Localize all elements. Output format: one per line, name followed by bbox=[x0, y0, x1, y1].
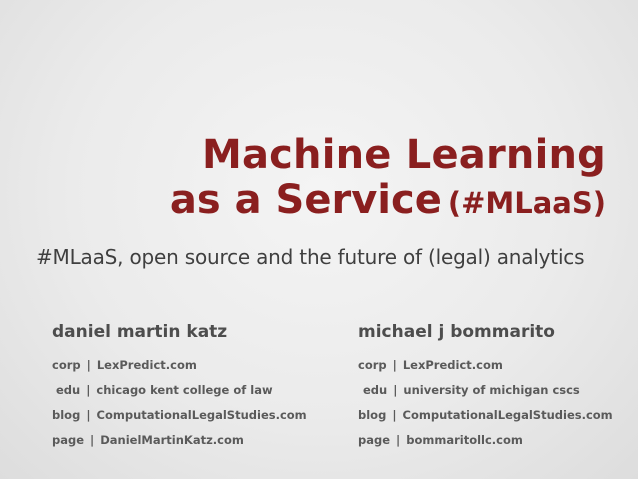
info-row-corp: corp | LexPredict.com bbox=[52, 356, 307, 381]
info-key: corp bbox=[358, 358, 387, 372]
separator: | bbox=[396, 433, 401, 447]
title-line-2-text: as a Service bbox=[169, 177, 442, 223]
info-value: bommaritollc.com bbox=[406, 433, 523, 447]
title-line-2: as a Service (#MLaaS) bbox=[170, 178, 606, 225]
author-block-bommarito: michael j bommarito corp | LexPredict.com … bbox=[358, 322, 613, 456]
title-line-1: Machine Learning bbox=[201, 132, 606, 178]
info-key: edu bbox=[363, 383, 388, 397]
info-row-edu: edu | chicago kent college of law bbox=[52, 381, 307, 406]
info-value: LexPredict.com bbox=[96, 358, 197, 372]
separator: | bbox=[86, 383, 91, 397]
info-row-page: page | bommaritollc.com bbox=[358, 431, 613, 456]
info-row-page: page | DanielMartinKatz.com bbox=[52, 431, 307, 456]
info-row-edu: edu | university of michigan cscs bbox=[358, 381, 613, 406]
info-row-blog: blog | ComputationalLegalStudies.com bbox=[358, 406, 613, 431]
info-value: DanielMartinKatz.com bbox=[100, 433, 244, 447]
separator: | bbox=[90, 433, 95, 447]
separator: | bbox=[393, 383, 398, 397]
separator: | bbox=[392, 408, 397, 422]
info-key: page bbox=[358, 433, 391, 447]
info-value: chicago kent college of law bbox=[96, 383, 273, 397]
info-key: blog bbox=[52, 408, 81, 422]
info-key: corp bbox=[52, 358, 81, 372]
info-row-blog: blog | ComputationalLegalStudies.com bbox=[52, 406, 307, 431]
info-key: page bbox=[52, 433, 85, 447]
slide: Machine Learning as a Service (#MLaaS) #M… bbox=[0, 0, 638, 479]
author-name: daniel martin katz bbox=[52, 322, 228, 342]
separator: | bbox=[86, 408, 91, 422]
info-value: ComputationalLegalStudies.com bbox=[402, 408, 613, 422]
info-value: ComputationalLegalStudies.com bbox=[96, 408, 307, 422]
slide-subtitle: #MLaaS, open source and the future of (l… bbox=[36, 245, 585, 269]
author-block-katz: daniel martin katz corp | LexPredict.com e… bbox=[52, 322, 307, 456]
title-tag: (#MLaaS) bbox=[447, 186, 606, 220]
info-value: LexPredict.com bbox=[402, 358, 503, 372]
separator: | bbox=[86, 358, 91, 372]
separator: | bbox=[392, 358, 397, 372]
slide-title: Machine Learning as a Service (#MLaaS) bbox=[170, 132, 606, 225]
info-value: university of michigan cscs bbox=[403, 383, 580, 397]
info-row-corp: corp | LexPredict.com bbox=[358, 356, 613, 381]
author-name: michael j bommarito bbox=[358, 322, 555, 342]
info-key: blog bbox=[358, 408, 387, 422]
info-key: edu bbox=[56, 383, 81, 397]
